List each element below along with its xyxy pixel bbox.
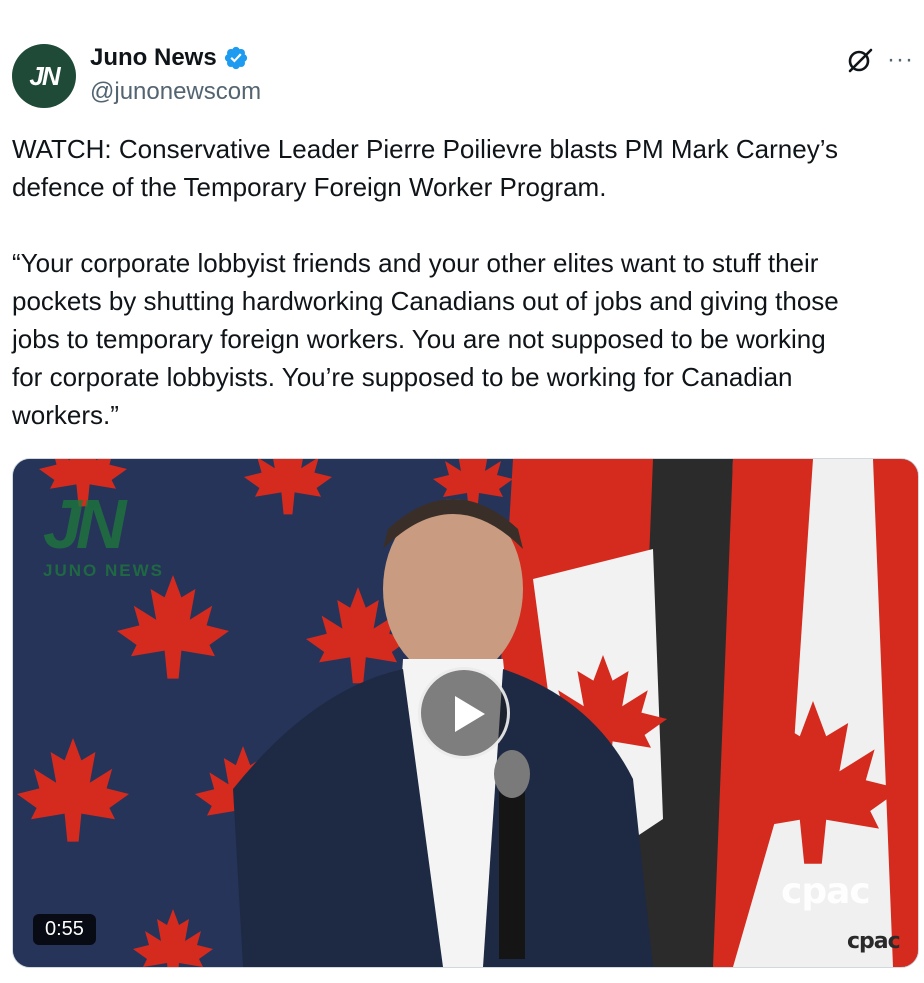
- avatar[interactable]: JN: [12, 44, 76, 108]
- video-duration: 0:55: [33, 914, 96, 945]
- verified-badge-icon: [224, 46, 247, 70]
- cpac-corner-logo: cpac: [847, 929, 901, 954]
- watermark-text: JUNO NEWS: [43, 561, 164, 580]
- grok-icon[interactable]: [846, 46, 874, 74]
- tweet-text: WATCH: Conservative Leader Pierre Poilie…: [12, 134, 839, 430]
- author-handle[interactable]: @junonewscom: [90, 78, 261, 106]
- video-player[interactable]: JN JUNO NEWS 0:55 cpac cpac: [12, 458, 919, 968]
- avatar-logo-text: JN: [29, 60, 60, 91]
- author-name-row: Juno News: [90, 44, 249, 72]
- play-button[interactable]: [418, 667, 510, 759]
- juno-news-watermark: JN JUNO NEWS: [43, 489, 164, 581]
- cpac-logo: cpac: [781, 871, 871, 912]
- play-icon: [455, 696, 485, 732]
- watermark-mark: JN: [43, 485, 126, 563]
- more-icon[interactable]: ···: [887, 48, 914, 72]
- author-display-name[interactable]: Juno News: [90, 44, 217, 72]
- tweet-card: JN Juno News @junonewscom ··· WATCH: Con…: [0, 0, 924, 983]
